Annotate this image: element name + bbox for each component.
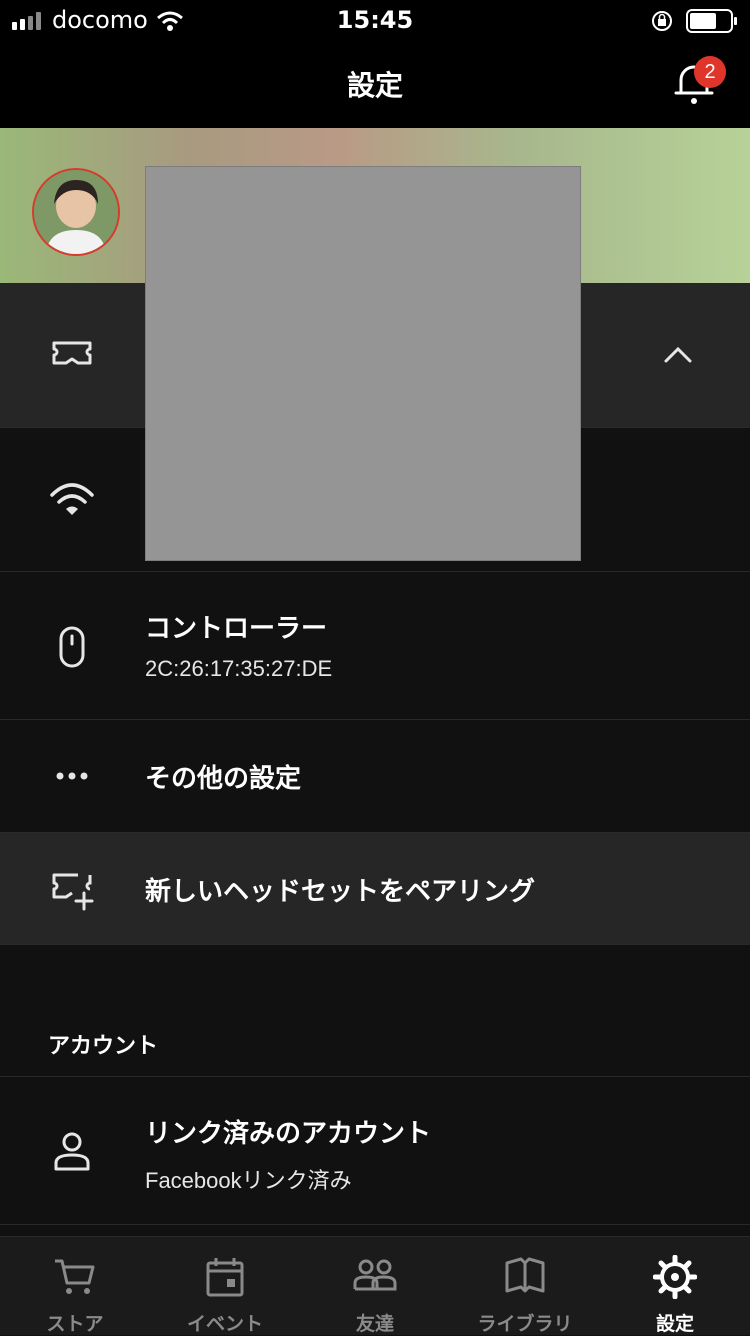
person-icon [54,1132,90,1171]
tab-library[interactable]: ライブラリ [450,1237,600,1335]
tab-store[interactable]: ストア [0,1237,150,1335]
controller-label: コントローラー [145,614,328,644]
chevron-up-icon[interactable] [660,339,696,369]
battery-icon [686,9,737,33]
avatar[interactable] [32,168,120,256]
redacted-overlay [145,166,581,561]
linked-accounts-sub: Facebookリンク済み [145,1168,352,1193]
tab-library-label: ライブラリ [477,1313,573,1335]
gear-icon [653,1255,697,1299]
tab-friends[interactable]: 友達 [300,1237,450,1335]
tab-events[interactable]: イベント [150,1237,300,1335]
controller-row[interactable]: コントローラー 2C:26:17:35:27:DE [0,572,750,720]
tab-settings-label: 設定 [655,1313,694,1335]
friends-icon [353,1259,397,1291]
rotation-lock-icon [652,11,672,31]
cart-icon [55,1259,95,1294]
tab-settings[interactable]: 設定 [600,1237,750,1335]
nav-bar: 設定 [0,40,750,128]
page-title: 設定 [346,69,403,102]
more-icon [56,772,88,780]
status-time: 15:45 [336,6,414,34]
tab-friends-label: 友達 [355,1313,394,1335]
calendar-icon [206,1258,244,1297]
account-section-title: アカウント [48,1034,159,1059]
status-bar: docomo 15:45 [0,0,750,40]
controller-icon [59,626,85,668]
tab-bar: ストア イベント 友達 ライブラリ 設定 [0,1236,750,1335]
other-settings-row[interactable]: その他の設定 [0,720,750,833]
tab-store-label: ストア [46,1313,104,1335]
add-headset-icon [52,873,94,911]
controller-mac: 2C:26:17:35:27:DE [145,656,333,681]
linked-accounts-label: リンク済みのアカウント [145,1119,432,1149]
pair-headset-row[interactable]: 新しいヘッドセットをペアリング [0,833,750,945]
other-settings-label: その他の設定 [145,764,302,794]
wifi-icon [50,483,94,515]
tab-events-label: イベント [186,1313,263,1335]
linked-accounts-row[interactable]: リンク済みのアカウント Facebookリンク済み [0,1077,750,1225]
avatar-image [34,170,118,254]
notification-badge: 2 [694,56,726,88]
book-icon [505,1257,545,1293]
pair-headset-label: 新しいヘッドセットをペアリング [145,877,536,907]
headset-icon [52,341,92,365]
